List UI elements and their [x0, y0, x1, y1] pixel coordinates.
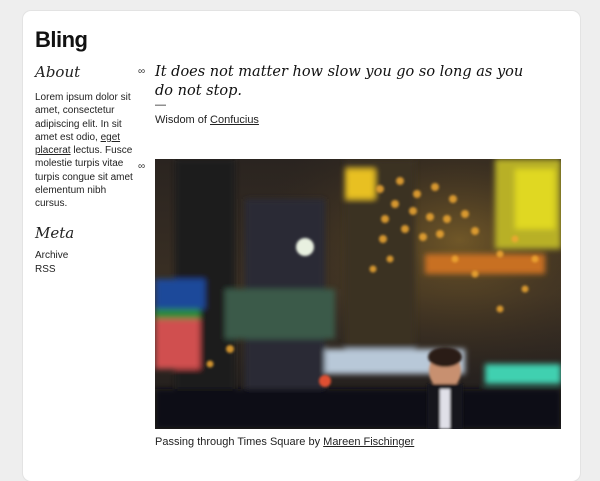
meta-heading: Meta: [35, 224, 75, 242]
meta-list: Archive RSS: [35, 249, 68, 276]
about-heading: About: [35, 63, 81, 81]
quote-attribution: Wisdom of Confucius: [155, 114, 259, 126]
about-text: Lorem ipsum dolor sit amet, consectetur …: [35, 91, 135, 211]
photo-caption: Passing through Times Square by Mareen F…: [155, 436, 414, 448]
caption-prefix: Passing through Times Square by: [155, 436, 324, 448]
quote-text: It does not matter how slow you go so lo…: [155, 64, 524, 99]
meta-item-archive[interactable]: Archive: [35, 249, 68, 263]
photo-permalink-icon[interactable]: ∞: [138, 162, 145, 172]
meta-item-rss[interactable]: RSS: [35, 263, 68, 277]
photographer-link[interactable]: Mareen Fischinger: [323, 436, 414, 448]
photo-post-image[interactable]: [155, 159, 561, 429]
site-title[interactable]: Bling: [35, 27, 88, 53]
quote-permalink-icon[interactable]: ∞: [138, 67, 145, 77]
attribution-prefix: Wisdom of: [155, 114, 211, 126]
quote-dash: —: [155, 99, 166, 111]
quote-source-link[interactable]: Confucius: [210, 114, 259, 126]
